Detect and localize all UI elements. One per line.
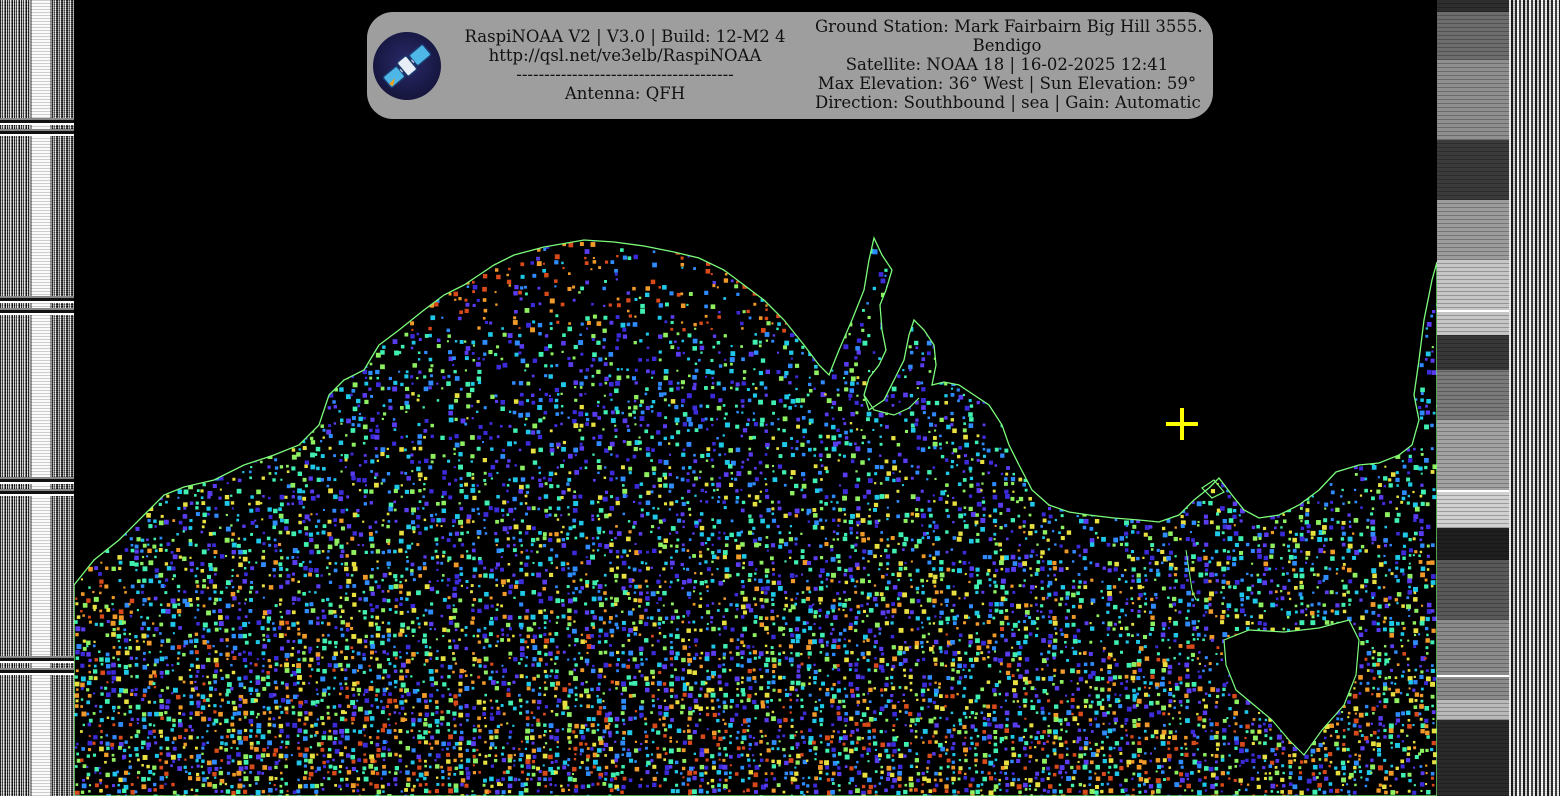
sync-marker — [0, 670, 74, 673]
ground-station-location: Bendigo — [972, 36, 1042, 55]
separator-line: --------------------------------------- — [516, 65, 734, 84]
satellite-icon — [373, 32, 441, 100]
satellite-image — [74, 0, 1437, 796]
elevation-info: Max Elevation: 36° West | Sun Elevation:… — [817, 74, 1197, 93]
sync-marker — [0, 298, 74, 301]
software-version: RaspiNOAA V2 | V3.0 | Build: 12-M2 4 — [464, 27, 786, 46]
sync-marker — [0, 310, 74, 313]
sync-marker — [0, 479, 74, 482]
satellite-and-time: Satellite: NOAA 18 | 16-02-2025 12:41 — [845, 55, 1169, 74]
sync-marker — [1437, 490, 1509, 492]
sync-marker — [0, 131, 74, 134]
antenna-type: Antenna: QFH — [564, 84, 686, 103]
apt-image-viewer: RaspiNOAA V2 | V3.0 | Build: 12-M2 4 htt… — [0, 0, 1560, 796]
project-url: http://qsl.net/ve3elb/RaspiNOAA — [488, 46, 762, 65]
ground-station-crosshair — [1166, 408, 1198, 440]
sync-marker — [1437, 310, 1509, 312]
sync-marker — [0, 491, 74, 494]
direction-gain-info: Direction: Southbound | sea | Gain: Auto… — [815, 93, 1201, 112]
sync-marker — [0, 658, 74, 661]
telemetry-strip-right-b — [1509, 0, 1560, 796]
sync-marker — [1437, 675, 1509, 677]
info-panel: RaspiNOAA V2 | V3.0 | Build: 12-M2 4 htt… — [367, 12, 1213, 119]
crosshair-vertical — [1180, 408, 1184, 440]
ground-station-name: Ground Station: Mark Fairbairn Big Hill … — [815, 17, 1203, 36]
pass-info-right: Ground Station: Mark Fairbairn Big Hill … — [815, 17, 1203, 112]
satellite-image-canvas — [74, 0, 1437, 796]
sync-marker — [0, 120, 74, 123]
station-info-left: RaspiNOAA V2 | V3.0 | Build: 12-M2 4 htt… — [455, 27, 795, 103]
